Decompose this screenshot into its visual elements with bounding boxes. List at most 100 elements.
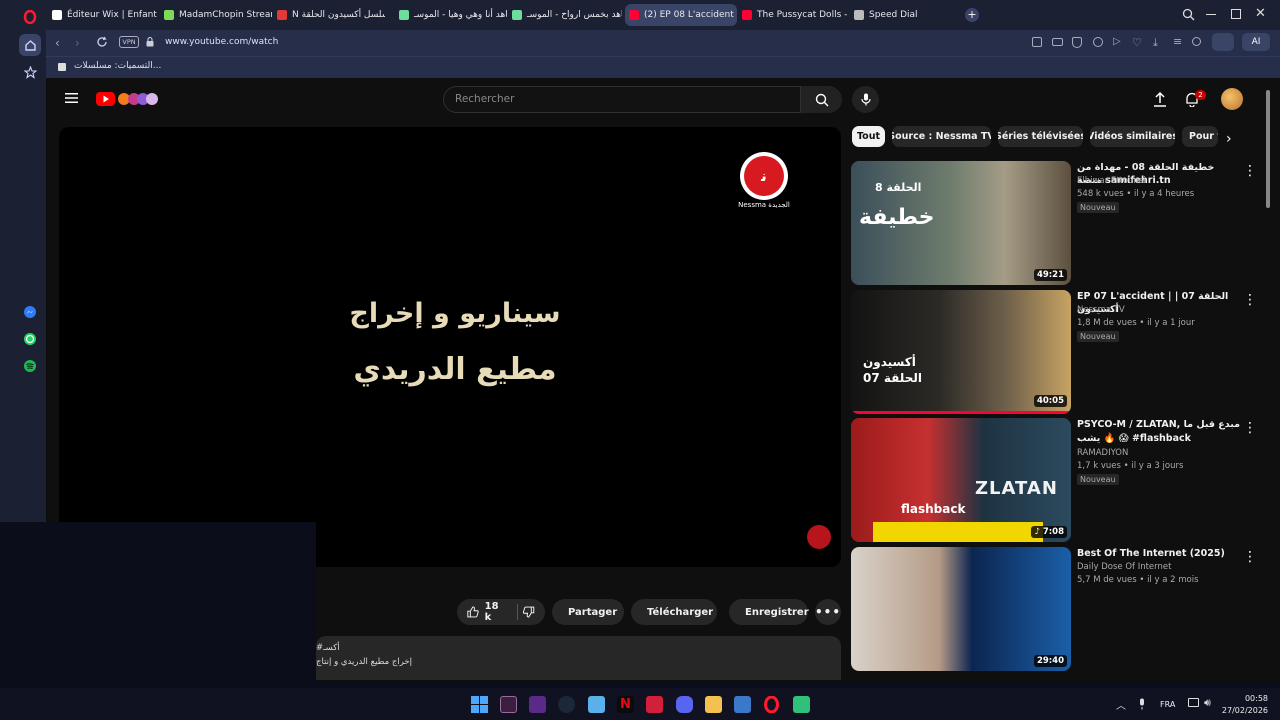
steam-icon[interactable] [558, 696, 575, 713]
video-player[interactable] [59, 127, 841, 567]
more-vertical-icon[interactable]: ⋮ [1243, 420, 1257, 436]
network-icon[interactable] [1188, 698, 1199, 707]
aria-ai-button[interactable]: AI [1242, 33, 1270, 51]
tab-khams-arwah[interactable]: شاهد بخمس ارواح - الموسـ [508, 4, 622, 26]
photos-icon[interactable] [734, 696, 751, 713]
volume-icon[interactable]: 🔊︎ [1204, 696, 1211, 710]
voice-search-button[interactable] [852, 86, 879, 113]
video-thumbnail[interactable]: أكسيدون الحلقة 07 40:05 [851, 290, 1071, 414]
close-window-icon[interactable]: ✕ [1255, 7, 1266, 20]
tab-youtube-active[interactable]: (2) EP 08 L'accident | ديدون [625, 4, 737, 26]
hamburger-menu-icon[interactable] [65, 92, 78, 104]
create-upload-icon[interactable] [1153, 92, 1167, 107]
channel-name[interactable]: Daily Dose Of Internet [1077, 562, 1171, 572]
channel-name[interactable]: Nessma TV [1077, 305, 1125, 315]
bookmark-link[interactable]: التسميات: مسلسلات... [74, 61, 161, 71]
player-play-icon[interactable]: ▷ [1113, 36, 1121, 47]
youtube-logo-icon[interactable] [96, 92, 160, 106]
extension-icon[interactable] [1093, 37, 1103, 47]
more-actions-button[interactable]: ••• [815, 599, 841, 625]
channel-name[interactable]: RAMADIYON [1077, 448, 1128, 458]
chip-all[interactable]: Tout [852, 126, 885, 147]
download-icon[interactable]: ⤓ [1153, 36, 1158, 50]
search-input[interactable]: Rechercher [443, 86, 801, 113]
opera-logo-icon[interactable] [19, 6, 41, 28]
clock-date[interactable]: 27/02/2026 [1218, 706, 1268, 715]
chip-similar[interactable]: Vidéos similaires [1090, 126, 1175, 147]
windows-start-icon[interactable] [471, 696, 488, 713]
adblock-shield-icon[interactable] [1072, 37, 1082, 48]
url-field[interactable]: www.youtube.com/watch [165, 37, 278, 47]
recommendation-item[interactable]: 29:40 Best Of The Internet (2025) Daily … [851, 547, 1271, 672]
home-icon[interactable] [19, 34, 41, 56]
reload-icon[interactable] [96, 36, 108, 48]
menu-lines-icon[interactable]: ≡ [1173, 35, 1182, 48]
snapshot-camera-icon[interactable] [1052, 38, 1063, 46]
opera-extensions-icon[interactable] [1212, 33, 1234, 51]
next-app-icon[interactable] [529, 696, 546, 713]
like-dislike-group: 18 k [457, 599, 545, 625]
more-vertical-icon[interactable]: ⋮ [1243, 163, 1257, 179]
video-meta: 5,7 M de vues • il y a 2 mois [1077, 575, 1199, 585]
profile-icon[interactable] [1192, 37, 1201, 46]
messenger-icon[interactable] [19, 301, 41, 323]
tab-ana-wahia[interactable]: شاهد أنا وهي وهيا - الموسـ [395, 4, 507, 26]
description-hashtag[interactable]: #أكسـ [316, 643, 340, 653]
forward-icon[interactable]: › [75, 36, 80, 50]
user-avatar[interactable] [1221, 88, 1243, 110]
discord-icon[interactable] [676, 696, 693, 713]
maximize-icon[interactable] [1231, 9, 1241, 19]
chip-source[interactable]: Source : Nessma TV [892, 126, 991, 147]
vpn-badge[interactable]: VPN [119, 36, 139, 48]
opera-taskbar-icon[interactable] [763, 696, 780, 713]
recommendation-item[interactable]: ZLATAN flashback ♪ 7:08 PSYCO-M / ZLATAN… [851, 418, 1271, 543]
share-button[interactable]: Partager [552, 599, 624, 625]
file-explorer-icon[interactable] [705, 696, 722, 713]
tab-wix[interactable]: Éditeur Wix | Enfant Dou 1 [48, 4, 158, 26]
more-vertical-icon[interactable]: ⋮ [1243, 549, 1257, 565]
whatsapp-icon[interactable] [19, 328, 41, 350]
tab-pussycat-dolls[interactable]: The Pussycat Dolls - Butto [738, 4, 848, 26]
recommendation-item[interactable]: الحلقة 8 خطيفة 49:21 خطيفة الحلقة 08 - م… [851, 161, 1271, 286]
tab-search-icon[interactable] [1182, 8, 1195, 21]
recording-app-icon[interactable] [646, 696, 663, 713]
chip-series[interactable]: Séries télévisées [998, 126, 1083, 147]
thumbnail-banner [873, 522, 1043, 542]
clock-time[interactable]: 00:58 [1222, 694, 1268, 703]
window-app-icon[interactable] [588, 696, 605, 713]
heart-icon[interactable]: ♡ [1132, 36, 1142, 49]
app-icon[interactable] [500, 696, 517, 713]
download-button[interactable]: Télécharger [631, 599, 717, 625]
video-title[interactable]: Best Of The Internet (2025) [1077, 547, 1242, 560]
gaming-app-icon[interactable] [793, 696, 810, 713]
save-button[interactable]: Enregistrer [729, 599, 809, 625]
tray-microphone-icon[interactable] [1138, 698, 1146, 710]
back-icon[interactable]: ‹ [55, 36, 60, 50]
tab-speed-dial[interactable]: Speed Dial [850, 4, 930, 26]
chip-for-you[interactable]: Pour v [1182, 126, 1218, 147]
language-indicator[interactable]: FRA [1160, 700, 1175, 709]
like-count[interactable]: 18 k [485, 601, 505, 623]
video-title[interactable]: PSYCO-M / ZLATAN, مبدع قبل ما يشب 🔥 😱 #f… [1077, 418, 1242, 446]
edit-icon[interactable] [1032, 37, 1042, 47]
thumbs-up-icon[interactable] [467, 605, 479, 619]
video-thumbnail[interactable]: الحلقة 8 خطيفة 49:21 [851, 161, 1071, 285]
tab-accident-series[interactable]: N مسلسل أكسيدون الحلقة [273, 4, 385, 26]
channel-name[interactable]: Elhiwar Ettounsi [1077, 176, 1146, 186]
new-tab-button[interactable]: + [965, 8, 979, 22]
video-thumbnail[interactable]: ZLATAN flashback ♪ 7:08 [851, 418, 1071, 542]
netflix-icon[interactable]: N [617, 696, 634, 713]
spotify-icon[interactable] [19, 355, 41, 377]
search-button[interactable] [801, 86, 842, 113]
page-scrollbar[interactable] [1266, 90, 1270, 208]
recommendation-item[interactable]: أكسيدون الحلقة 07 40:05 EP 07 L'accident… [851, 290, 1271, 415]
tray-chevron-up-icon[interactable]: ︿ [1116, 697, 1126, 712]
bookmarks-star-icon[interactable] [19, 61, 41, 83]
thumbs-down-icon[interactable] [523, 605, 535, 619]
video-thumbnail[interactable]: 29:40 [851, 547, 1071, 671]
tab-madamchopin[interactable]: MadamChopin Stream - V [160, 4, 272, 26]
minimize-icon[interactable] [1206, 14, 1216, 16]
more-vertical-icon[interactable]: ⋮ [1243, 292, 1257, 308]
chips-next-chevron-icon[interactable]: › [1226, 131, 1232, 147]
lock-icon[interactable] [146, 37, 154, 47]
